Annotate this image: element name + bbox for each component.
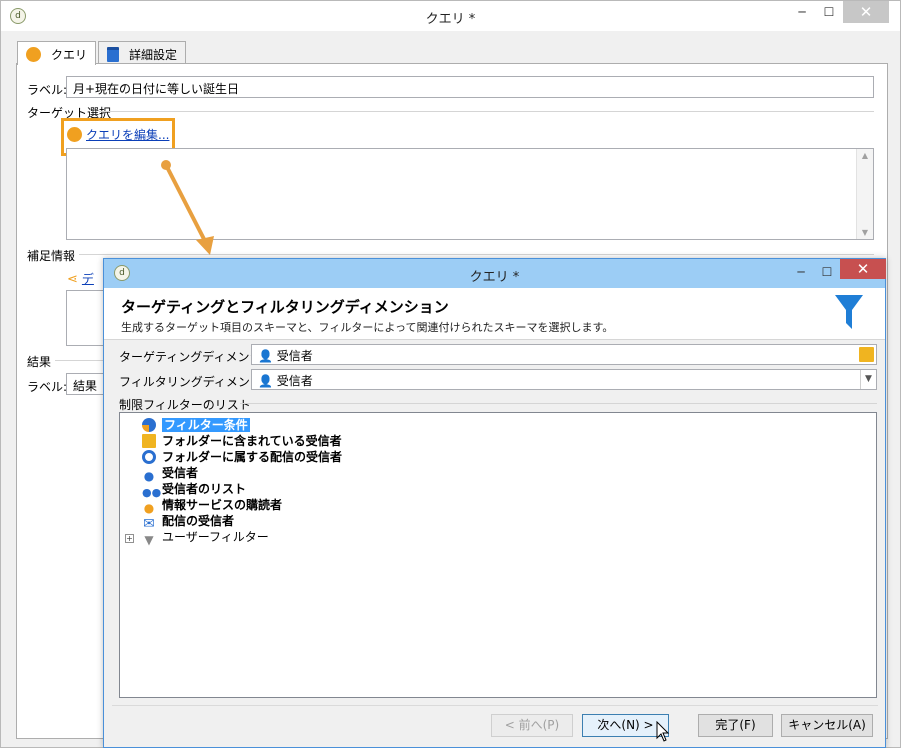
targeting-dimension-field[interactable]: 👤 受信者 bbox=[251, 344, 877, 365]
tree-item-folder-recipients[interactable]: フォルダーに含まれている受信者 bbox=[142, 433, 342, 449]
prev-button[interactable]: < 前へ(P) bbox=[491, 714, 573, 737]
filter-condition-icon bbox=[142, 418, 156, 432]
dialog-maximize-button[interactable]: ☐ bbox=[814, 261, 840, 283]
tree-item-label: 受信者 bbox=[162, 466, 199, 480]
filtering-dimension-select[interactable]: 👤 受信者 ▼ bbox=[251, 369, 877, 390]
mouse-cursor-icon bbox=[656, 721, 670, 742]
dialog-header: ターゲティングとフィルタリングディメンション 生成するターゲット項目のスキーマと… bbox=[104, 288, 885, 340]
recipient-icon: 👤 bbox=[258, 349, 273, 363]
folder-recipients-icon bbox=[142, 434, 156, 448]
tab-query-label: クエリ bbox=[51, 48, 88, 62]
tree-item-label: フォルダーに属する配信の受信者 bbox=[162, 450, 343, 464]
filter-list-divider bbox=[240, 403, 877, 404]
recipient-icon: 👤 bbox=[258, 374, 273, 388]
tree-item-user-filter[interactable]: + ▼ ユーザーフィルター bbox=[125, 529, 269, 547]
filter-list-heading: 制限フィルターのリスト bbox=[119, 398, 251, 412]
header-subtitle: 生成するターゲット項目のスキーマと、フィルターによって関連付けられたスキーマを選… bbox=[121, 321, 614, 334]
tree-item-delivery-recipient[interactable]: ✉ 配信の受信者 bbox=[142, 513, 235, 531]
user-filter-icon: ▼ bbox=[144, 533, 154, 547]
finish-button[interactable]: 完了(F) bbox=[698, 714, 773, 737]
tree-item-label: フォルダーに含まれている受信者 bbox=[162, 434, 342, 448]
tree-item-label: 受信者のリスト bbox=[162, 482, 247, 496]
query-wizard-dialog: d クエリ * ─ ☐ ✕ ターゲティングとフィルタリングディメンション 生成す… bbox=[103, 258, 886, 748]
tree-item-label: フィルター条件 bbox=[162, 418, 250, 432]
dialog-minimize-button[interactable]: ─ bbox=[788, 261, 814, 283]
filtering-value: 受信者 bbox=[276, 374, 313, 388]
orange-circle-icon bbox=[26, 47, 41, 62]
dialog-title: クエリ * bbox=[469, 270, 520, 285]
tree-item-label: 情報サービスの購読者 bbox=[162, 498, 283, 512]
tree-item-recipient[interactable]: ● 受信者 bbox=[142, 465, 199, 483]
tab-query[interactable]: クエリ bbox=[17, 41, 97, 65]
expand-plus-icon[interactable]: + bbox=[125, 534, 134, 543]
chevron-down-icon[interactable]: ▼ bbox=[860, 370, 876, 389]
tree-item-label: 配信の受信者 bbox=[162, 514, 235, 528]
tree-item-delivery-recipients[interactable]: フォルダーに属する配信の受信者 bbox=[142, 449, 342, 465]
funnel-icon bbox=[835, 295, 863, 329]
tree-item-label: ユーザーフィルター bbox=[162, 530, 269, 544]
dialog-title-bar: d クエリ * ─ ☐ ✕ bbox=[104, 259, 886, 288]
header-title: ターゲティングとフィルタリングディメンション bbox=[121, 298, 449, 316]
targeting-value: 受信者 bbox=[276, 349, 313, 363]
delivery-recipients-icon bbox=[142, 450, 156, 464]
tree-item-filter-condition[interactable]: フィルター条件 bbox=[142, 417, 250, 433]
tree-item-recipient-list[interactable]: ●●受信者のリスト bbox=[142, 481, 247, 499]
footer-divider bbox=[112, 705, 878, 706]
restriction-filter-tree[interactable]: フィルター条件 フォルダーに含まれている受信者 フォルダーに属する配信の受信者 … bbox=[119, 412, 877, 698]
dialog-close-button[interactable]: ✕ bbox=[840, 259, 886, 279]
folder-icon[interactable] bbox=[859, 347, 874, 362]
cancel-button[interactable]: キャンセル(A) bbox=[781, 714, 873, 737]
tree-item-subscribers[interactable]: ● 情報サービスの購読者 bbox=[142, 497, 283, 515]
